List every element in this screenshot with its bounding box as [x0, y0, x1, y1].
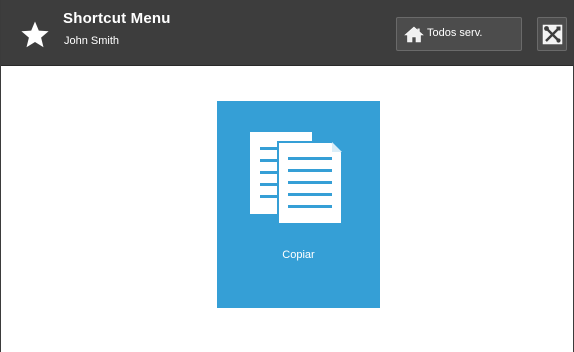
header-bar: Shortcut Menu John Smith Todos serv. [1, 0, 573, 66]
copy-tile-label: Copiar [282, 249, 315, 261]
all-services-label: Todos serv. [427, 27, 483, 39]
all-services-button[interactable]: Todos serv. [396, 17, 522, 51]
home-icon [404, 26, 424, 43]
star-icon [21, 21, 49, 48]
copy-tile[interactable]: Copiar [217, 101, 380, 308]
page-title: Shortcut Menu [63, 10, 171, 27]
tools-button[interactable] [537, 17, 567, 51]
copy-documents-icon [250, 132, 343, 225]
user-name: John Smith [64, 35, 120, 47]
tools-icon [542, 24, 563, 45]
shortcut-menu-screen: Shortcut Menu John Smith Todos serv. Cop… [0, 0, 574, 352]
